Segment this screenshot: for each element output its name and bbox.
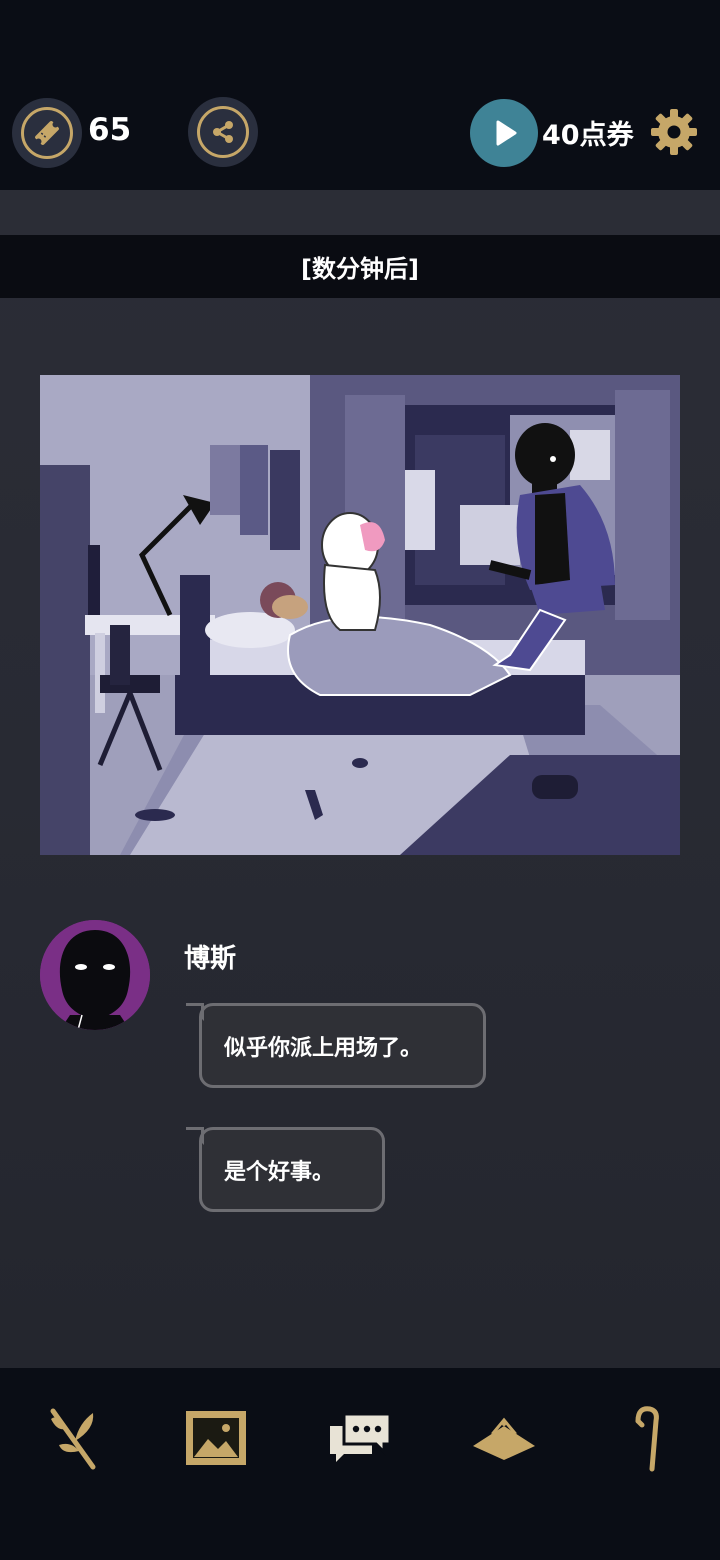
ticket-count: 65 (88, 112, 132, 148)
hat-icon (473, 1417, 535, 1460)
dialogue-text: 似乎你派上用场了。 (224, 1035, 423, 1061)
top-bar: 65 40点券 (0, 0, 720, 190)
time-banner: [数分钟后] (0, 235, 720, 298)
dialogue-bubble: 是个好事。 (186, 1127, 385, 1212)
nav-branch[interactable] (33, 1398, 113, 1478)
play-button[interactable] (470, 99, 538, 167)
nav-cane[interactable] (608, 1398, 688, 1478)
branch-icon (50, 1408, 96, 1470)
cane-icon (635, 1406, 659, 1472)
bottom-nav (0, 1368, 720, 1560)
story-panel: [数分钟后] 博斯 似乎你派上用场了。 是个好事。 (0, 190, 720, 1368)
play-icon (496, 120, 517, 146)
nav-gallery[interactable] (176, 1398, 256, 1478)
nav-hat[interactable] (464, 1398, 544, 1478)
share-button[interactable] (188, 97, 258, 167)
gallery-icon (186, 1411, 246, 1465)
speaker-avatar (40, 920, 150, 1030)
gear-icon[interactable] (650, 108, 698, 156)
dialogue-text: 是个好事。 (224, 1159, 335, 1185)
ticket-button[interactable] (12, 98, 82, 168)
chat-icon (330, 1412, 392, 1462)
speaker-name: 博斯 (184, 944, 237, 974)
points-balance: 40点券 (542, 120, 634, 151)
nav-chat[interactable] (320, 1398, 400, 1478)
dialogue-bubble: 似乎你派上用场了。 (186, 1003, 486, 1088)
scene-illustration (40, 375, 680, 855)
ticket-icon (21, 107, 73, 159)
share-icon (197, 106, 249, 158)
